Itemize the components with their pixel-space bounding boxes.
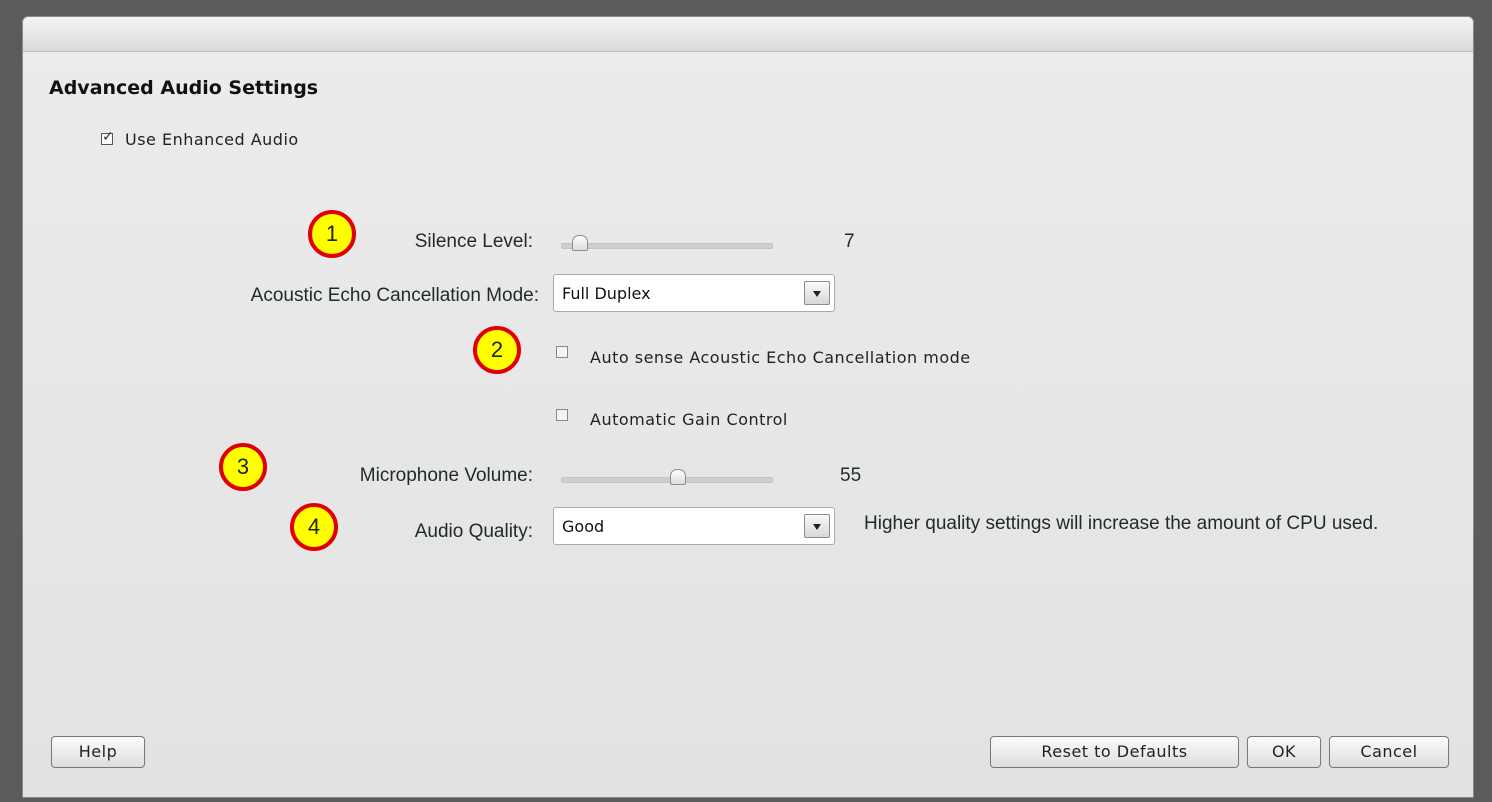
silence-level-value: 7 bbox=[844, 231, 855, 252]
auto-sense-aec-checkbox[interactable] bbox=[556, 346, 568, 358]
cancel-button[interactable]: Cancel bbox=[1329, 736, 1449, 768]
advanced-audio-dialog: Advanced Audio Settings ✓ Use Enhanced A… bbox=[22, 16, 1474, 798]
automatic-gain-control-checkbox[interactable] bbox=[556, 409, 568, 421]
ok-button[interactable]: OK bbox=[1247, 736, 1321, 768]
silence-level-slider-thumb[interactable] bbox=[572, 235, 588, 251]
annotation-badge-2: 2 bbox=[473, 326, 521, 374]
automatic-gain-control-label: Automatic Gain Control bbox=[590, 410, 788, 429]
annotation-badge-3: 3 bbox=[219, 443, 267, 491]
chevron-down-icon[interactable] bbox=[804, 281, 830, 305]
dialog-heading: Advanced Audio Settings bbox=[49, 77, 319, 99]
aec-mode-select[interactable]: Full Duplex bbox=[553, 274, 835, 312]
check-icon: ✓ bbox=[102, 129, 114, 145]
microphone-volume-slider-thumb[interactable] bbox=[670, 469, 686, 485]
use-enhanced-audio-label: Use Enhanced Audio bbox=[125, 130, 299, 149]
silence-level-slider[interactable] bbox=[561, 235, 773, 251]
help-button[interactable]: Help bbox=[51, 736, 145, 768]
audio-quality-selected-value: Good bbox=[562, 517, 605, 536]
reset-to-defaults-button[interactable]: Reset to Defaults bbox=[990, 736, 1239, 768]
aec-mode-selected-value: Full Duplex bbox=[562, 284, 651, 303]
aec-mode-label: Acoustic Echo Cancellation Mode: bbox=[250, 285, 539, 306]
silence-level-label: Silence Level: bbox=[414, 231, 533, 252]
dialog-titlebar[interactable] bbox=[23, 17, 1473, 52]
use-enhanced-audio-checkbox[interactable]: ✓ bbox=[101, 129, 114, 145]
audio-quality-select[interactable]: Good bbox=[553, 507, 835, 545]
microphone-volume-value: 55 bbox=[840, 465, 862, 486]
auto-sense-aec-label: Auto sense Acoustic Echo Cancellation mo… bbox=[590, 348, 971, 367]
microphone-volume-slider[interactable] bbox=[561, 469, 773, 485]
audio-quality-label: Audio Quality: bbox=[414, 521, 533, 542]
chevron-down-icon[interactable] bbox=[804, 514, 830, 538]
microphone-volume-label: Microphone Volume: bbox=[359, 465, 533, 486]
audio-quality-note: Higher quality settings will increase th… bbox=[864, 513, 1379, 534]
